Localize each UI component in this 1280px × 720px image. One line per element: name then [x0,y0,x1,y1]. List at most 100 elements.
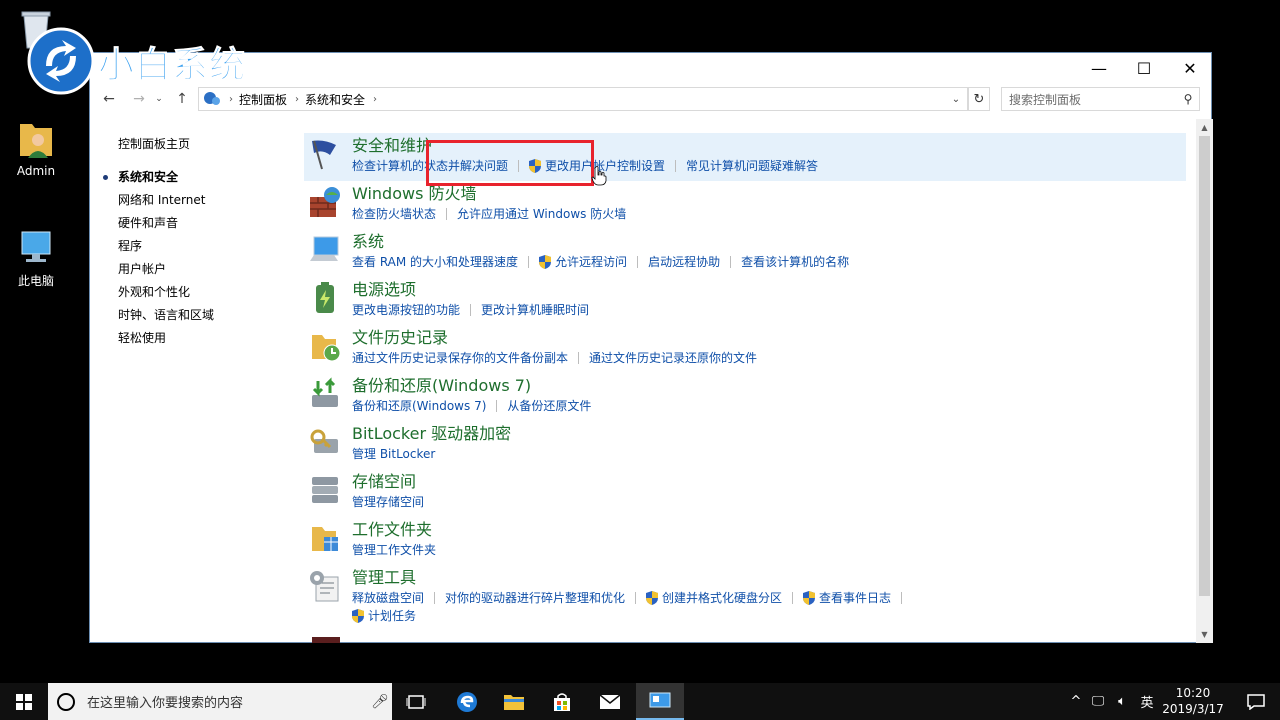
nav-control-panel-home[interactable]: 控制面板主页 [118,133,298,156]
maximize-button[interactable]: ☐ [1121,53,1167,83]
taskbar-search-box[interactable]: 在这里输入你要搜索的内容 🎤︎ [48,683,392,720]
link-text[interactable]: 计划任务 [368,607,416,625]
desktop-icon-label: Admin [16,164,56,178]
watermark-logo-icon [27,27,95,95]
taskbar-clock[interactable]: 10:20 2019/3/17 [1158,685,1228,717]
file-explorer-button[interactable] [490,683,538,720]
category-title[interactable]: 存储空间 [352,469,1186,493]
refresh-icon[interactable]: ↻ [968,87,990,111]
scrollbar-thumb[interactable] [1199,136,1210,596]
control-panel-window: — ☐ ✕ ← → ⌄ ↑ › 控制面板 › 系统和安全 › ⌄ ↻ 搜索控制面… [89,52,1213,643]
link-save-backup-copies[interactable]: 通过文件历史记录保存你的文件备份副本 [352,349,568,367]
link-allow-app-firewall[interactable]: 允许应用通过 Windows 防火墙 [457,205,626,223]
start-button[interactable] [0,683,48,720]
category-file-history: 文件历史记录 通过文件历史记录保存你的文件备份副本 通过文件历史记录还原你的文件 [304,325,1186,373]
scroll-down-arrow-icon[interactable]: ▼ [1196,626,1213,643]
link-manage-bitlocker[interactable]: 管理 BitLocker [352,445,435,463]
link-restore-files[interactable]: 通过文件历史记录还原你的文件 [589,349,757,367]
bitlocker-key-icon [310,429,338,453]
link-manage-storage-spaces[interactable]: 管理存储空间 [352,493,424,511]
desktop-icon-admin[interactable]: Admin [8,118,64,178]
category-partial [304,631,1186,643]
category-title[interactable]: 备份和还原(Windows 7) [352,373,1186,397]
link-power-button-function[interactable]: 更改电源按钮的功能 [352,301,460,319]
link-view-event-logs[interactable]: 查看事件日志 [803,589,891,607]
category-system: 系统 查看 RAM 的大小和处理器速度 允许远程访问 启动远程协助 查看该计算机… [304,229,1186,277]
nav-ease-of-access[interactable]: 轻松使用 [118,327,298,350]
annotation-highlight-box [426,140,594,186]
link-launch-remote-assistance[interactable]: 启动远程协助 [648,253,720,271]
computer-icon [21,231,51,262]
breadcrumb-separator-icon[interactable]: › [373,94,377,105]
minimize-button[interactable]: — [1076,53,1122,83]
desktop-icon-label: 此电脑 [17,274,54,288]
close-button[interactable]: ✕ [1167,53,1213,83]
link-divider [578,352,580,364]
link-text[interactable]: 创建并格式化硬盘分区 [662,589,782,607]
link-view-ram-cpu[interactable]: 查看 RAM 的大小和处理器速度 [352,253,518,271]
link-defragment-drives[interactable]: 对你的驱动器进行碎片整理和优化 [445,589,625,607]
nav-appearance[interactable]: 外观和个性化 [118,281,298,304]
category-administrative-tools: 管理工具 释放磁盘空间 对你的驱动器进行碎片整理和优化 创建并格式化硬盘分区 查… [304,565,1186,631]
watermark-logo: 小白系统 [26,26,266,96]
link-troubleshoot[interactable]: 常见计算机问题疑难解答 [686,157,818,175]
nav-network-internet[interactable]: 网络和 Internet [118,189,298,212]
microphone-icon[interactable]: 🎤︎ [368,694,392,710]
category-power-options: 电源选项 更改电源按钮的功能 更改计算机睡眠时间 [304,277,1186,325]
flag-icon [312,140,336,170]
nav-hardware-sound[interactable]: 硬件和声音 [118,212,298,235]
link-change-sleep-time[interactable]: 更改计算机睡眠时间 [481,301,589,319]
link-create-format-partitions[interactable]: 创建并格式化硬盘分区 [646,589,782,607]
uac-shield-icon [803,591,816,605]
breadcrumb-system-security[interactable]: 系统和安全 [305,91,365,108]
desktop-icon-this-pc[interactable]: 此电脑 [8,228,64,289]
link-text[interactable]: 允许远程访问 [555,253,627,271]
address-dropdown-chevron-icon[interactable]: ⌄ [945,88,967,110]
network-icon[interactable]: 🖵︎ [1086,694,1110,709]
nav-clock-language-region[interactable]: 时钟、语言和区域 [118,304,298,327]
vertical-scrollbar[interactable]: ▲ ▼ [1196,119,1213,643]
input-method-indicator[interactable]: 英 [1134,692,1160,711]
breadcrumb-separator-icon[interactable]: › [295,94,299,105]
link-check-firewall-status[interactable]: 检查防火墙状态 [352,205,436,223]
nav-system-and-security[interactable]: 系统和安全 [103,166,298,189]
backup-restore-icon [312,377,338,407]
nav-user-accounts[interactable]: 用户帐户 [118,258,298,281]
link-manage-work-folders[interactable]: 管理工作文件夹 [352,541,436,559]
link-text[interactable]: 查看事件日志 [819,589,891,607]
search-input[interactable]: 搜索控制面板 ⚲ [1001,87,1200,111]
link-backup-restore-win7[interactable]: 备份和还原(Windows 7) [352,397,486,415]
volume-icon[interactable]: 🔈︎ [1110,694,1134,709]
tray-overflow-chevron-icon[interactable]: ^ [1066,694,1086,709]
category-title[interactable]: 管理工具 [352,565,1186,589]
mail-button[interactable] [586,683,634,720]
category-windows-firewall: Windows 防火墙 检查防火墙状态 允许应用通过 Windows 防火墙 [304,181,1186,229]
task-view-button[interactable] [392,683,440,720]
category-title[interactable]: 工作文件夹 [352,517,1186,541]
taskbar-search-placeholder: 在这里输入你要搜索的内容 [87,696,244,711]
nav-programs[interactable]: 程序 [118,235,298,258]
control-panel-taskbar-button[interactable] [636,683,684,720]
scroll-up-arrow-icon[interactable]: ▲ [1196,119,1213,136]
edge-browser-button[interactable] [443,683,491,720]
link-allow-remote-access[interactable]: 允许远程访问 [539,253,627,271]
link-restore-from-backup[interactable]: 从备份还原文件 [507,397,591,415]
windows-logo-icon [16,693,32,710]
link-schedule-tasks[interactable]: 计划任务 [352,607,416,625]
category-title[interactable]: 文件历史记录 [352,325,1186,349]
search-icon[interactable]: ⚲ [1177,92,1199,106]
category-title[interactable]: 系统 [352,229,1186,253]
address-box[interactable]: › 控制面板 › 系统和安全 › ⌄ [198,87,968,111]
category-title[interactable]: BitLocker 驱动器加密 [352,421,1186,445]
category-bitlocker: BitLocker 驱动器加密 管理 BitLocker [304,421,1186,469]
category-work-folders: 工作文件夹 管理工作文件夹 [304,517,1186,565]
link-divider [637,256,639,268]
link-see-computer-name[interactable]: 查看该计算机的名称 [741,253,849,271]
store-button[interactable] [538,683,586,720]
link-divider [446,208,448,220]
category-title[interactable]: 电源选项 [352,277,1186,301]
action-center-button[interactable] [1232,683,1280,720]
clock-date: 2019/3/17 [1162,702,1224,716]
mail-icon [599,693,621,709]
link-free-disk-space[interactable]: 释放磁盘空间 [352,589,424,607]
